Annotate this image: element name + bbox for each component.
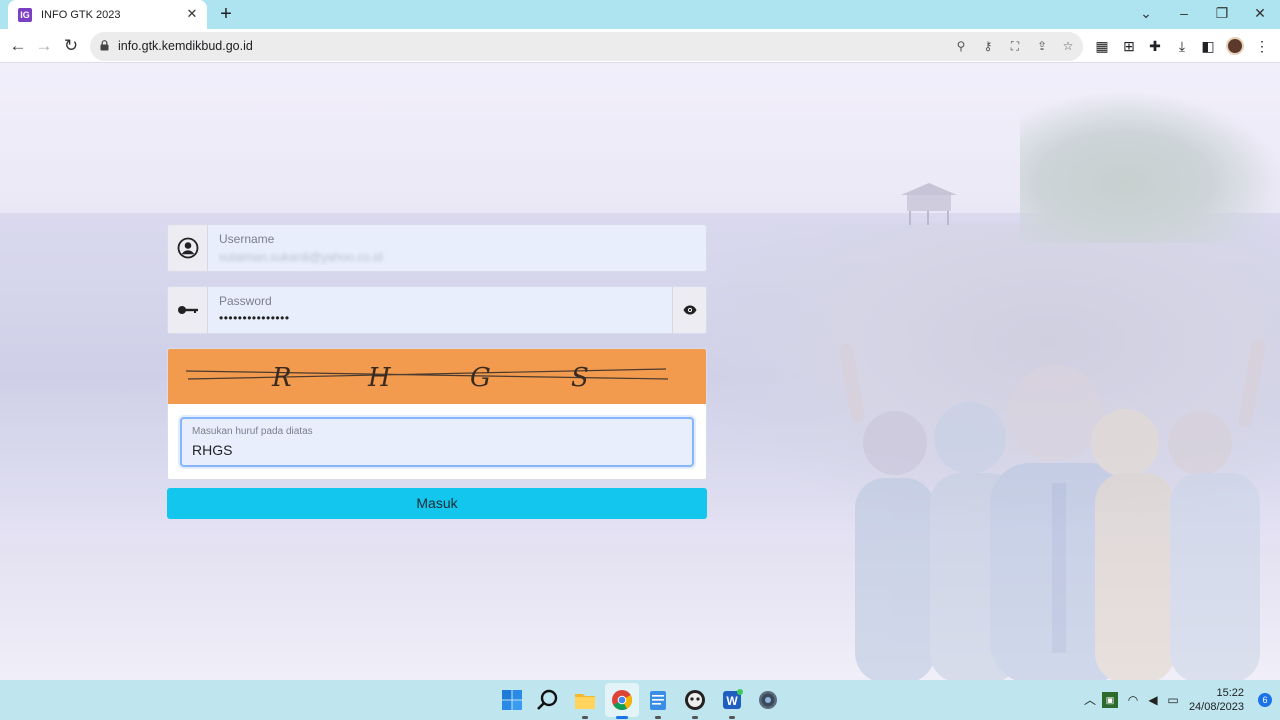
tab-title: INFO GTK 2023	[41, 8, 121, 21]
browser-tab-active[interactable]: IG INFO GTK 2023 ✕	[8, 0, 207, 29]
captcha-letter: G	[470, 363, 491, 393]
volume-icon[interactable]: ◀	[1145, 692, 1161, 708]
download-icon[interactable]: ⤓	[1172, 36, 1192, 56]
background-people-illustration	[839, 338, 1266, 680]
user-circle-icon	[168, 225, 208, 271]
username-label: Username	[219, 232, 275, 246]
url-text: info.gtk.kemdikbud.go.id	[118, 39, 253, 53]
translate-icon[interactable]: ⛶	[1006, 37, 1024, 55]
notepad-icon[interactable]	[646, 688, 670, 712]
username-field[interactable]: Username sulaiman.sukardi@yahoo.co.id	[167, 224, 707, 272]
running-indicator	[692, 716, 698, 719]
grid-app-icon[interactable]: ⊞	[1119, 36, 1139, 56]
submit-button[interactable]: Masuk	[167, 488, 707, 519]
system-clock[interactable]: 15:22 24/08/2023	[1189, 686, 1244, 714]
tab-close-icon[interactable]: ✕	[185, 7, 199, 21]
running-indicator	[729, 716, 735, 719]
svg-text:W: W	[726, 694, 738, 708]
profile-avatar[interactable]	[1226, 37, 1244, 55]
address-bar[interactable]: info.gtk.kemdikbud.go.id ⚲ ⚷ ⛶ ⇪ ☆	[90, 32, 1083, 61]
captcha-noise-lines	[185, 368, 669, 380]
tray-app-icon[interactable]: ▣	[1102, 692, 1118, 708]
restore-icon[interactable]: ❐	[1210, 3, 1234, 23]
back-arrow-icon[interactable]: ←	[7, 35, 29, 57]
running-indicator	[655, 716, 661, 719]
share-icon[interactable]: ⇪	[1033, 37, 1051, 55]
windows-start-icon[interactable]	[500, 688, 524, 712]
running-indicator	[616, 716, 628, 719]
captcha-input[interactable]: Masukan huruf pada diatas RHGS	[180, 417, 694, 467]
new-tab-button[interactable]: +	[216, 4, 236, 24]
side-panel-icon[interactable]: ◧	[1198, 36, 1218, 56]
captcha-input-label: Masukan huruf pada diatas	[192, 426, 313, 437]
captcha-panel: R H G S Masukan huruf pada diatas RHGS	[167, 348, 707, 480]
battery-icon[interactable]: ▭	[1165, 692, 1181, 708]
file-explorer-icon[interactable]	[573, 688, 597, 712]
eye-icon[interactable]	[672, 287, 706, 333]
notification-badge[interactable]: 6	[1258, 693, 1272, 707]
background-trees	[1020, 93, 1280, 243]
kebab-menu-icon[interactable]: ⋮	[1252, 36, 1272, 56]
captcha-letter: S	[571, 363, 589, 393]
reload-icon[interactable]: ↻	[60, 35, 82, 57]
wifi-icon[interactable]: ◠	[1125, 692, 1141, 708]
username-value: sulaiman.sukardi@yahoo.co.id	[219, 250, 383, 264]
browser-title-bar: IG INFO GTK 2023 ✕ + ⌄ – ❐ ✕	[0, 0, 1280, 29]
clock-time: 15:22	[1216, 687, 1244, 699]
word-icon[interactable]: W	[720, 688, 744, 712]
star-icon[interactable]: ☆	[1059, 37, 1077, 55]
passwords-key-icon[interactable]: ⚷	[979, 37, 997, 55]
password-value: •••••••••••••••	[219, 311, 290, 325]
site-favicon-icon: IG	[18, 7, 32, 22]
tray-chevron-up-icon[interactable]: ︿	[1082, 692, 1098, 708]
tab-search-chevron-icon[interactable]: ⌄	[1134, 3, 1158, 23]
browser-toolbar: ← → ↻ info.gtk.kemdikbud.go.id ⚲ ⚷ ⛶ ⇪ ☆…	[0, 29, 1280, 63]
minimize-icon[interactable]: –	[1172, 3, 1196, 23]
settings-gear-icon[interactable]	[756, 688, 780, 712]
media-app-icon[interactable]	[683, 688, 707, 712]
captcha-letter: H	[368, 363, 391, 393]
running-indicator	[582, 716, 588, 719]
password-field[interactable]: Password •••••••••••••••	[167, 286, 707, 334]
search-icon[interactable]: ⚲	[952, 37, 970, 55]
page-content: Username sulaiman.sukardi@yahoo.co.id Pa…	[0, 63, 1280, 680]
key-icon	[168, 287, 208, 333]
captcha-input-value: RHGS	[192, 442, 233, 458]
captcha-letter: R	[272, 363, 292, 393]
windows-taskbar: W ︿ ▣ ◠ ◀ ▭ 15:22 24/08/2023 6	[0, 680, 1280, 720]
clock-date: 24/08/2023	[1188, 701, 1244, 713]
captcha-image: R H G S	[168, 349, 706, 404]
password-label: Password	[219, 294, 272, 308]
lock-icon	[100, 40, 109, 51]
chrome-icon[interactable]	[610, 688, 634, 712]
background-hut-image	[901, 183, 957, 225]
forward-arrow-icon[interactable]: →	[33, 35, 55, 57]
extensions-icon[interactable]: ✚	[1145, 36, 1165, 56]
window-close-icon[interactable]: ✕	[1248, 3, 1272, 23]
calendar-icon[interactable]: ▦	[1092, 36, 1112, 56]
taskbar-search-icon[interactable]	[536, 688, 560, 712]
